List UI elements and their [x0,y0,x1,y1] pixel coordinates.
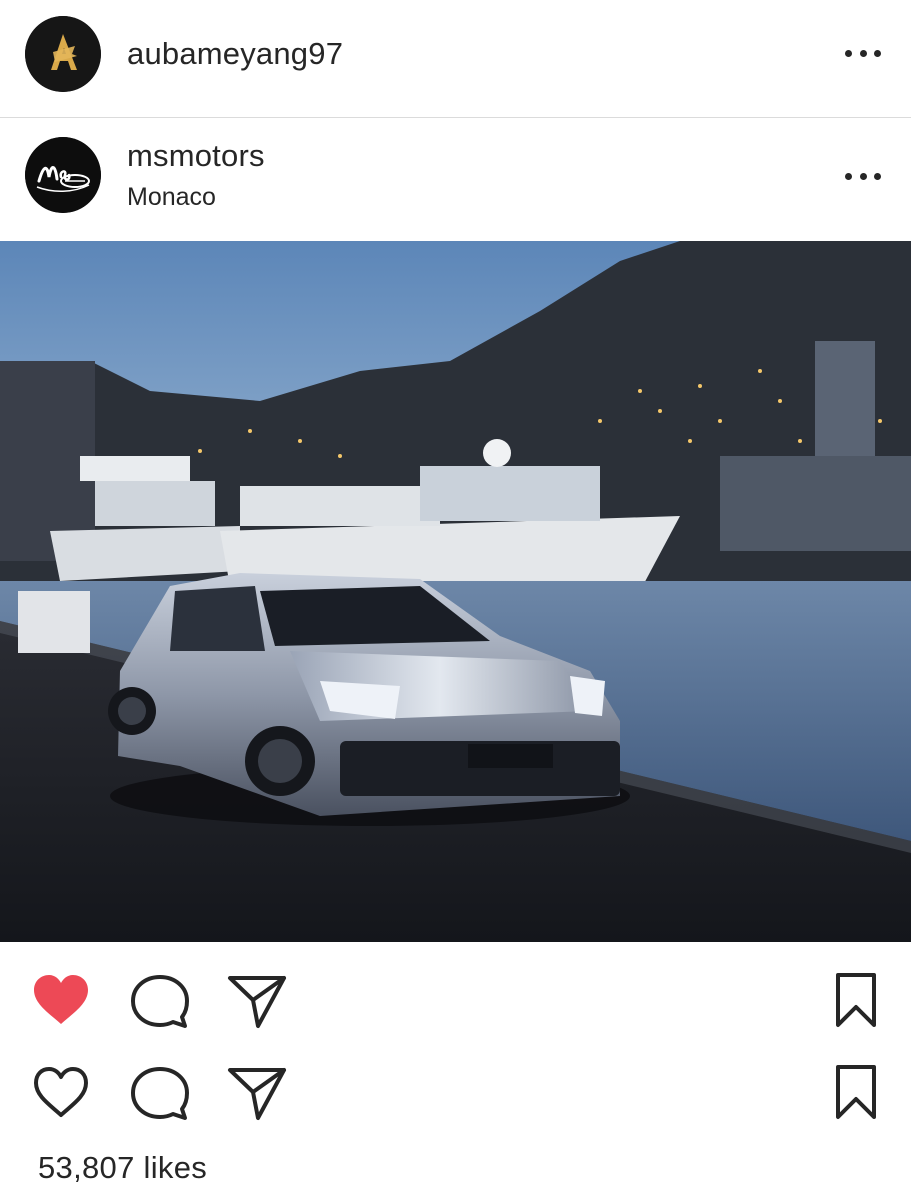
comment-icon [131,975,189,1028]
action-bar [0,970,911,1030]
car-harbor-photo [0,241,911,942]
dot [845,172,852,180]
like-button[interactable] [30,1062,92,1122]
comment-icon [131,1067,189,1120]
more-options-button[interactable] [845,38,881,68]
paper-plane-icon [228,976,286,1028]
likes-count[interactable]: 53,807 likes [38,1150,207,1186]
bookmark-icon [836,973,876,1027]
like-button[interactable] [30,970,92,1030]
paper-plane-icon [228,1068,286,1120]
heart-filled-icon [34,975,88,1024]
save-button[interactable] [826,1062,886,1122]
ms-motors-logo-icon [25,137,101,213]
bookmark-icon [836,1065,876,1119]
dot [859,172,867,180]
avatar[interactable] [25,16,101,92]
share-button[interactable] [226,1062,288,1122]
post-username[interactable]: msmotors [127,138,265,174]
post-header: msmotors Monaco [0,119,911,241]
avatar[interactable] [25,137,101,213]
action-bar [0,1062,911,1122]
comment-button[interactable] [129,970,191,1030]
gold-a-logo-icon [25,16,101,92]
top-post-header: aubameyang97 [0,0,911,118]
heart-outline-icon [34,1067,88,1117]
post-photo[interactable] [0,241,911,942]
dot [859,49,867,57]
post-author-username[interactable]: aubameyang97 [127,36,343,72]
save-button[interactable] [826,970,886,1030]
more-options-button[interactable] [845,161,881,191]
dot [874,49,881,57]
dot [874,172,881,180]
post-location[interactable]: Monaco [127,183,216,212]
share-button[interactable] [226,970,288,1030]
dot [845,49,852,57]
comment-button[interactable] [129,1062,191,1122]
